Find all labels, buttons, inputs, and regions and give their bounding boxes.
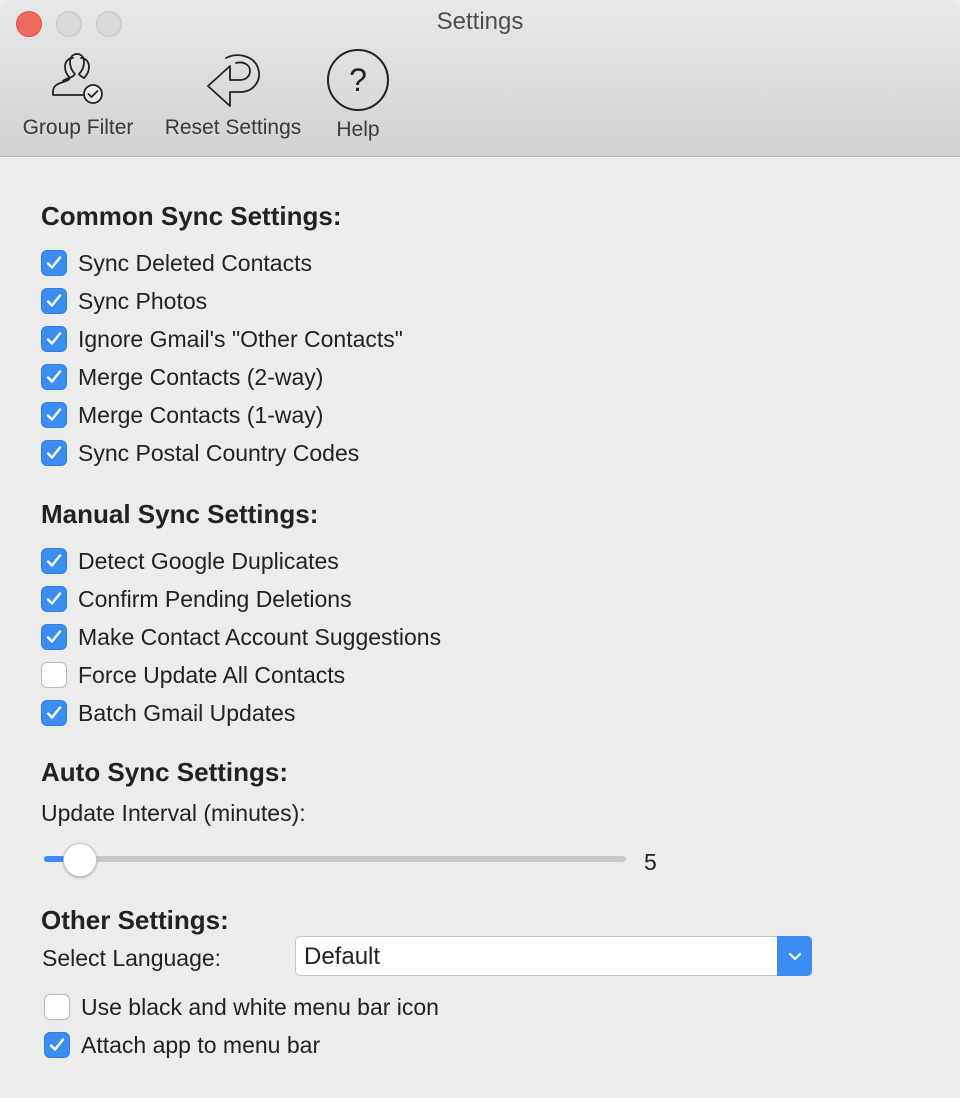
- make-account-suggestions-checkbox[interactable]: [41, 624, 67, 650]
- reset-settings-label: Reset Settings: [164, 116, 302, 139]
- batch-gmail-updates-label: Batch Gmail Updates: [78, 699, 296, 726]
- other-settings-heading: Other Settings:: [41, 905, 229, 935]
- checkmark-icon: [46, 408, 62, 421]
- reset-icon: [207, 54, 260, 107]
- bw-menu-bar-icon-option[interactable]: Use black and white menu bar icon: [44, 992, 439, 1022]
- settings-window: Settings Group Filter Reset Settings ? H…: [0, 0, 960, 1098]
- batch-gmail-updates-checkbox[interactable]: [41, 700, 67, 726]
- sync-photos-label: Sync Photos: [78, 287, 208, 314]
- detect-google-duplicates-label: Detect Google Duplicates: [78, 547, 339, 574]
- language-select-value: Default: [304, 943, 381, 970]
- checkmark-icon: [46, 706, 62, 719]
- checkmark-icon: [46, 332, 62, 345]
- checkmark-icon: [46, 370, 62, 383]
- sync-postal-country-codes-checkbox[interactable]: [41, 440, 67, 466]
- update-interval-slider-thumb[interactable]: [62, 843, 97, 877]
- merge-contacts-2way-checkbox[interactable]: [41, 364, 67, 390]
- group-filter-label: Group Filter: [22, 116, 134, 139]
- group-filter-button[interactable]: Group Filter: [14, 48, 142, 140]
- sync-deleted-contacts-checkbox[interactable]: [41, 250, 67, 276]
- detect-google-duplicates-option[interactable]: Detect Google Duplicates: [41, 546, 339, 576]
- attach-to-menu-bar-label: Attach app to menu bar: [81, 1031, 321, 1058]
- chevron-down-icon: [788, 952, 801, 961]
- help-label: Help: [336, 118, 380, 141]
- help-icon: ?: [327, 49, 389, 111]
- checkmark-icon: [46, 256, 62, 269]
- title-bar: Settings Group Filter Reset Settings ? H…: [0, 0, 960, 157]
- language-select-arrow[interactable]: [777, 936, 812, 976]
- common-sync-heading: Common Sync Settings:: [41, 201, 342, 231]
- bw-menu-bar-icon-label: Use black and white menu bar icon: [81, 993, 439, 1020]
- checkmark-icon: [46, 592, 62, 605]
- checkmark-icon: [46, 446, 62, 459]
- group-filter-icon: [52, 53, 103, 104]
- merge-contacts-2way-option[interactable]: Merge Contacts (2-way): [41, 362, 323, 392]
- sync-deleted-contacts-option[interactable]: Sync Deleted Contacts: [41, 248, 312, 278]
- checkmark-icon: [46, 630, 62, 643]
- attach-to-menu-bar-checkbox[interactable]: [44, 1032, 70, 1058]
- manual-sync-heading: Manual Sync Settings:: [41, 499, 319, 529]
- confirm-pending-deletions-label: Confirm Pending Deletions: [78, 585, 352, 612]
- confirm-pending-deletions-checkbox[interactable]: [41, 586, 67, 612]
- checkmark-icon: [46, 554, 62, 567]
- make-account-suggestions-option[interactable]: Make Contact Account Suggestions: [41, 622, 441, 652]
- sync-postal-country-codes-option[interactable]: Sync Postal Country Codes: [41, 438, 359, 468]
- batch-gmail-updates-option[interactable]: Batch Gmail Updates: [41, 698, 295, 728]
- confirm-pending-deletions-option[interactable]: Confirm Pending Deletions: [41, 584, 352, 614]
- make-account-suggestions-label: Make Contact Account Suggestions: [78, 623, 442, 650]
- merge-contacts-2way-label: Merge Contacts (2-way): [78, 363, 324, 390]
- ignore-other-contacts-label: Ignore Gmail's "Other Contacts": [78, 325, 403, 352]
- force-update-all-contacts-option[interactable]: Force Update All Contacts: [41, 660, 345, 690]
- sync-deleted-contacts-label: Sync Deleted Contacts: [78, 249, 312, 276]
- svg-text:?: ?: [349, 62, 367, 98]
- force-update-all-contacts-checkbox[interactable]: [41, 662, 67, 688]
- bw-menu-bar-icon-checkbox[interactable]: [44, 994, 70, 1020]
- language-select[interactable]: Default: [295, 936, 812, 976]
- reset-settings-button[interactable]: Reset Settings: [154, 48, 312, 140]
- sync-postal-country-codes-label: Sync Postal Country Codes: [78, 439, 360, 466]
- checkmark-icon: [49, 1038, 65, 1051]
- update-interval-value: 5: [644, 849, 657, 875]
- force-update-all-contacts-label: Force Update All Contacts: [78, 661, 346, 688]
- ignore-other-contacts-checkbox[interactable]: [41, 326, 67, 352]
- merge-contacts-1way-option[interactable]: Merge Contacts (1-way): [41, 400, 323, 430]
- window-title: Settings: [436, 8, 524, 35]
- update-interval-label: Update Interval (minutes):: [41, 800, 306, 826]
- detect-google-duplicates-checkbox[interactable]: [41, 548, 67, 574]
- sync-photos-option[interactable]: Sync Photos: [41, 286, 207, 316]
- sync-photos-checkbox[interactable]: [41, 288, 67, 314]
- auto-sync-heading: Auto Sync Settings:: [41, 757, 289, 787]
- help-button[interactable]: ? Help: [320, 48, 396, 142]
- update-interval-slider-track[interactable]: [44, 856, 626, 862]
- attach-to-menu-bar-option[interactable]: Attach app to menu bar: [44, 1030, 320, 1060]
- merge-contacts-1way-label: Merge Contacts (1-way): [78, 401, 324, 428]
- select-language-label: Select Language:: [42, 945, 222, 971]
- checkmark-icon: [46, 294, 62, 307]
- ignore-other-contacts-option[interactable]: Ignore Gmail's "Other Contacts": [41, 324, 403, 354]
- merge-contacts-1way-checkbox[interactable]: [41, 402, 67, 428]
